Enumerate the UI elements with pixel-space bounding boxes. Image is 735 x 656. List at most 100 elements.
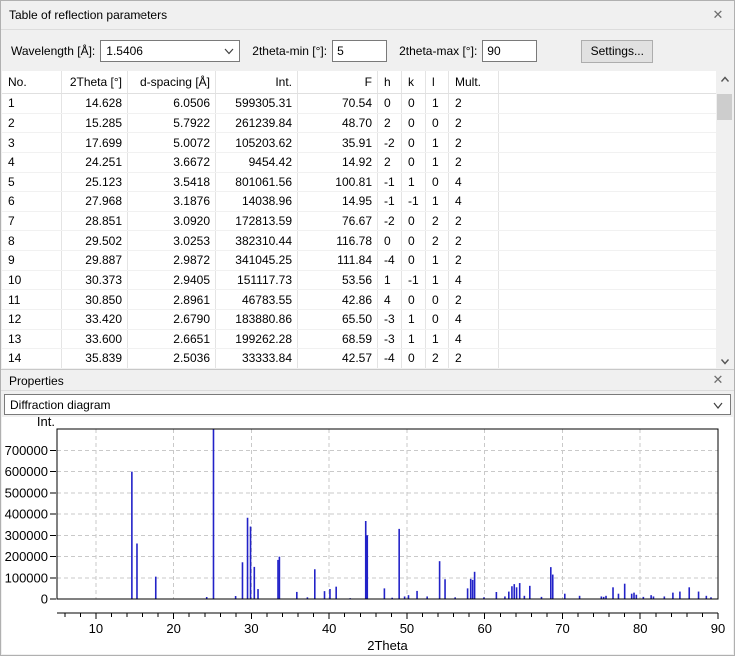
ttheta-min-input[interactable] — [332, 40, 387, 62]
table-cell: 29.887 — [62, 251, 128, 270]
table-cell: 1 — [426, 153, 449, 172]
scroll-up-icon[interactable] — [716, 71, 733, 88]
close-icon[interactable]: ✕ — [709, 6, 727, 24]
table-cell: 1 — [402, 173, 426, 192]
chevron-down-icon[interactable] — [223, 45, 235, 60]
table-cell: 11 — [2, 290, 62, 309]
table-cell: 5.0072 — [128, 133, 216, 152]
table-cell: 2 — [449, 231, 499, 250]
table-filler — [499, 310, 733, 329]
table-cell: 2.6790 — [128, 310, 216, 329]
table-cell: 25.123 — [62, 173, 128, 192]
table-row[interactable]: 1333.6002.6651199262.2868.59-3114 — [2, 330, 733, 350]
table-cell: 2.6651 — [128, 330, 216, 349]
table-cell: 3.5418 — [128, 173, 216, 192]
close-icon[interactable]: ✕ — [709, 371, 727, 389]
properties-titlebar: Properties ✕ — [1, 370, 734, 391]
table-cell: 2 — [426, 231, 449, 250]
table-row[interactable]: 929.8872.9872341045.25111.84-4012 — [2, 251, 733, 271]
column-header[interactable]: Mult. — [449, 71, 499, 93]
diagram-type-select[interactable]: Diffraction diagram — [4, 394, 731, 415]
settings-button[interactable]: Settings... — [581, 40, 653, 63]
diagram-type-value: Diffraction diagram — [10, 398, 111, 412]
table-cell: 1 — [426, 192, 449, 211]
toolbar: Wavelength [Å]: 1.5406 2theta-min [°]: 2… — [1, 31, 734, 71]
table-row[interactable]: 627.9683.187614038.9614.95-1-114 — [2, 192, 733, 212]
column-header[interactable]: 2Theta [°] — [62, 71, 128, 93]
table-cell: -4 — [378, 349, 402, 368]
scrollbar-thumb[interactable] — [717, 94, 732, 120]
table-cell: 3 — [2, 133, 62, 152]
y-tick-label: 400000 — [5, 507, 48, 522]
table-cell: -1 — [402, 271, 426, 290]
table-cell: 100.81 — [298, 173, 378, 192]
diffraction-chart: 0100000200000300000400000500000600000700… — [2, 417, 733, 654]
table-cell: 7 — [2, 212, 62, 231]
table-cell: 199262.28 — [216, 330, 298, 349]
table-cell: 2 — [449, 212, 499, 231]
table-cell: 14.92 — [298, 153, 378, 172]
table-cell: 14.95 — [298, 192, 378, 211]
table-cell: 6.0506 — [128, 94, 216, 113]
table-row[interactable]: 1030.3732.9405151117.7353.561-114 — [2, 271, 733, 291]
table-filler — [499, 251, 733, 270]
table-row[interactable]: 215.2855.7922261239.8448.702002 — [2, 114, 733, 134]
table-cell: 4 — [449, 330, 499, 349]
wavelength-label: Wavelength [Å]: — [11, 44, 95, 58]
ttheta-min-label: 2theta-min [°]: — [252, 44, 327, 58]
column-header[interactable]: h — [378, 71, 402, 93]
table-cell: 3.1876 — [128, 192, 216, 211]
table-cell: 14 — [2, 349, 62, 368]
table-filler — [499, 114, 733, 133]
table-cell: 1 — [426, 330, 449, 349]
column-header[interactable]: k — [402, 71, 426, 93]
table-cell: 24.251 — [62, 153, 128, 172]
reflection-table-panel: Table of reflection parameters ▾ ✕ Wavel… — [1, 1, 734, 369]
table-filler — [499, 330, 733, 349]
panel-menu-arrow-icon[interactable]: ▾ — [139, 12, 143, 20]
table-cell: 105203.62 — [216, 133, 298, 152]
table-cell: -4 — [378, 251, 402, 270]
table-row[interactable]: 1130.8502.896146783.5542.864002 — [2, 290, 733, 310]
wavelength-combobox[interactable]: 1.5406 — [100, 40, 240, 62]
x-tick-label: 30 — [244, 621, 258, 636]
column-header[interactable]: F — [298, 71, 378, 93]
table-cell: 29.502 — [62, 231, 128, 250]
table-cell: 0 — [426, 290, 449, 309]
table-cell: 2 — [449, 94, 499, 113]
table-row[interactable]: 1233.4202.6790183880.8665.50-3104 — [2, 310, 733, 330]
table-filler — [499, 271, 733, 290]
table-row[interactable]: 424.2513.66729454.4214.922012 — [2, 153, 733, 173]
table-scrollbar[interactable] — [716, 71, 733, 369]
table-cell: 30.850 — [62, 290, 128, 309]
application-window: Table of reflection parameters ▾ ✕ Wavel… — [0, 0, 735, 656]
table-cell: 1 — [402, 310, 426, 329]
table-cell: 28.851 — [62, 212, 128, 231]
table-cell: 0 — [402, 114, 426, 133]
table-cell: 0 — [426, 310, 449, 329]
table-row[interactable]: 728.8513.0920172813.5976.67-2022 — [2, 212, 733, 232]
table-cell: 151117.73 — [216, 271, 298, 290]
table-cell: 48.70 — [298, 114, 378, 133]
table-row[interactable]: 525.1233.5418801061.56100.81-1104 — [2, 173, 733, 193]
table-row[interactable]: 1435.8392.503633333.8442.57-4022 — [2, 349, 733, 369]
table-cell: 172813.59 — [216, 212, 298, 231]
column-header[interactable]: l — [426, 71, 449, 93]
table-row[interactable]: 829.5023.0253382310.44116.780022 — [2, 231, 733, 251]
table-row[interactable]: 317.6995.0072105203.6235.91-2012 — [2, 133, 733, 153]
table-cell: 27.968 — [62, 192, 128, 211]
x-axis-title: 2Theta — [367, 638, 408, 653]
column-header[interactable]: No. — [2, 71, 62, 93]
column-header[interactable]: Int. — [216, 71, 298, 93]
table-cell: -2 — [378, 133, 402, 152]
ttheta-max-input[interactable] — [482, 40, 537, 62]
table-cell: 111.84 — [298, 251, 378, 270]
table-cell: 4 — [378, 290, 402, 309]
column-header[interactable]: d-spacing [Å] — [128, 71, 216, 93]
x-tick-label: 60 — [477, 621, 491, 636]
x-tick-label: 40 — [322, 621, 336, 636]
table-cell: 2 — [449, 114, 499, 133]
table-row[interactable]: 114.6286.0506599305.3170.540012 — [2, 94, 733, 114]
table-cell: -1 — [378, 192, 402, 211]
scroll-down-icon[interactable] — [716, 352, 733, 369]
